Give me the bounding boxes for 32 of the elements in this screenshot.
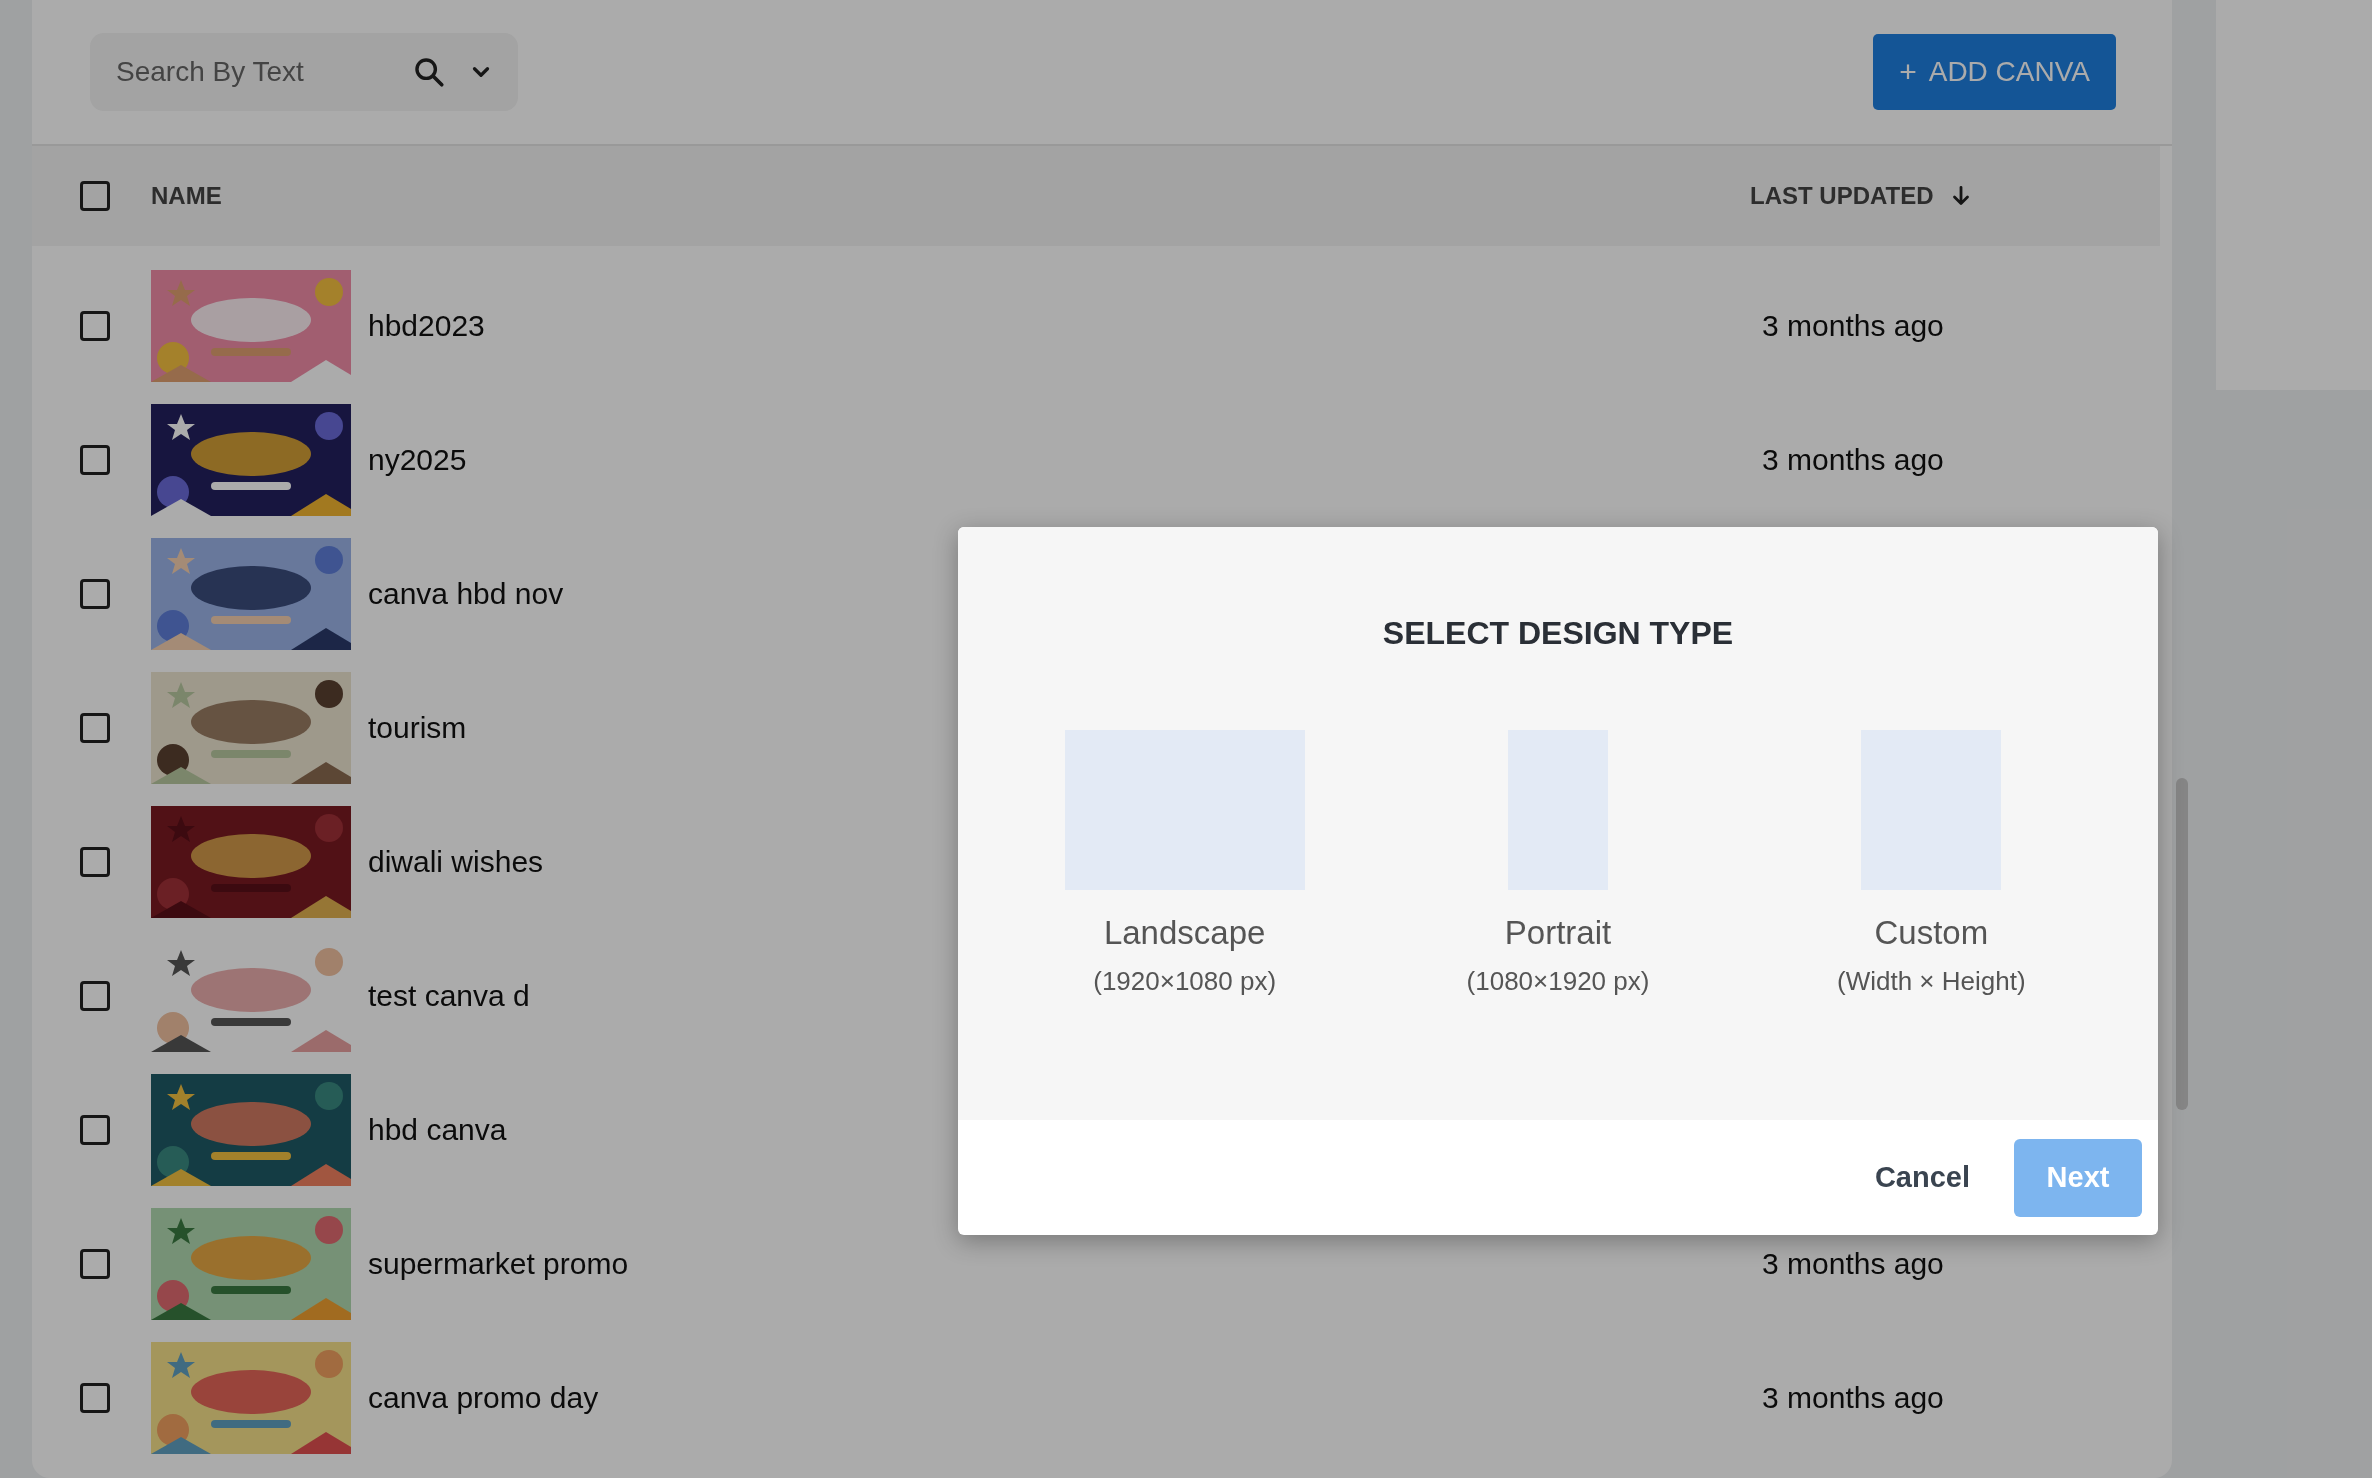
- design-type-label[interactable]: Portrait: [1504, 914, 1612, 952]
- row-checkbox[interactable]: [80, 445, 110, 475]
- row-checkbox[interactable]: [80, 1383, 110, 1413]
- dialog-title: SELECT DESIGN TYPE: [1382, 615, 1734, 652]
- design-type-size: (1080×1920 px): [1466, 966, 1650, 997]
- cancel-button[interactable]: Cancel: [1864, 1151, 1980, 1204]
- row-checkbox[interactable]: [80, 579, 110, 609]
- design-type-label[interactable]: Custom: [1874, 914, 1989, 952]
- select-all-checkbox[interactable]: [80, 181, 110, 211]
- search-bar[interactable]: Search By Text: [90, 33, 518, 111]
- canva-name[interactable]: canva promo day: [351, 1381, 1762, 1415]
- canva-name[interactable]: supermarket promo: [351, 1247, 1762, 1281]
- row-checkbox[interactable]: [80, 713, 110, 743]
- last-updated-text: 3 months ago: [1762, 443, 1945, 477]
- search-icon[interactable]: [412, 55, 446, 89]
- scrollbar-thumb[interactable]: [2176, 778, 2188, 1110]
- column-header[interactable]: LAST UPDATED: [1750, 182, 1974, 210]
- row-checkbox[interactable]: [80, 981, 110, 1011]
- last-updated-text: 3 months ago: [1762, 1381, 1945, 1415]
- row-checkbox[interactable]: [80, 1115, 110, 1145]
- design-type-size: (Width × Height): [1837, 966, 2026, 997]
- row-checkbox[interactable]: [80, 847, 110, 877]
- canva-name[interactable]: ny2025: [351, 443, 1762, 477]
- design-type-label[interactable]: Landscape: [1103, 914, 1266, 952]
- canva-name[interactable]: hbd2023: [351, 309, 1762, 343]
- last-updated-text: 3 months ago: [1762, 309, 1945, 343]
- row-checkbox[interactable]: [80, 1249, 110, 1279]
- search-field[interactable]: Search By Text: [114, 55, 404, 89]
- column-header[interactable]: NAME: [151, 182, 222, 210]
- last-updated-text: 3 months ago: [1762, 1247, 1945, 1281]
- row-checkbox[interactable]: [80, 311, 110, 341]
- design-type-size: (1920×1080 px): [1093, 966, 1277, 997]
